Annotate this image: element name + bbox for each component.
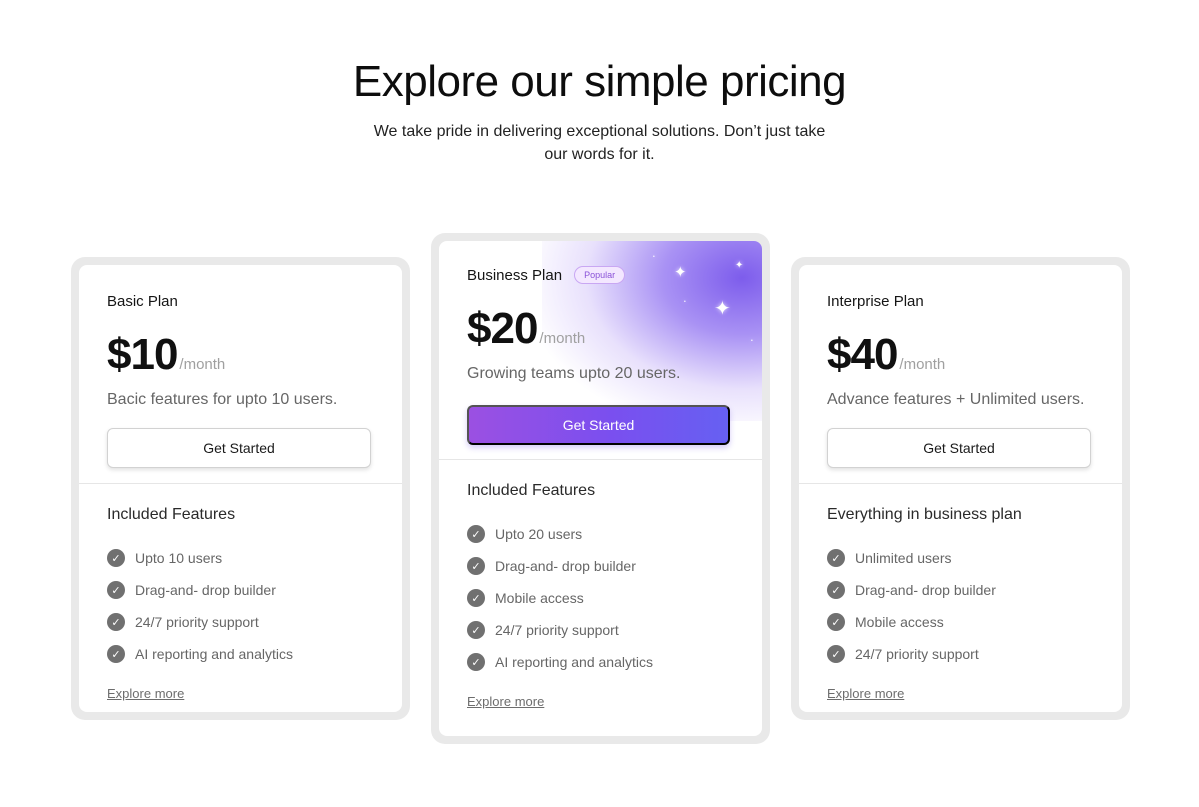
business-plan-card-frame: ✦ ✦ ✦ • • • Business Plan Popular $20 /m… xyxy=(431,233,770,744)
feature-label: Mobile access xyxy=(855,614,944,630)
feature-label: 24/7 priority support xyxy=(135,614,259,630)
page-title: Explore our simple pricing xyxy=(352,57,847,106)
plan-name: Interprise Plan xyxy=(827,292,924,310)
plan-name: Business Plan xyxy=(467,266,563,284)
feature-item: ✓ Upto 10 users xyxy=(107,542,374,574)
plan-name: Basic Plan xyxy=(107,292,178,310)
feature-item: ✓ 24/7 priority support xyxy=(107,606,374,638)
get-started-button[interactable]: Get Started xyxy=(467,405,730,445)
feature-list: ✓ Unlimited users ✓ Drag-and- drop builder… xyxy=(827,542,1094,670)
interprise-plan-card-frame: Interprise Plan $40 /month Advance featu… xyxy=(791,257,1130,720)
plan-price: $10 xyxy=(107,330,178,379)
features-title: Included Features xyxy=(467,482,596,499)
business-plan-header: Business Plan Popular $20 /month Growing… xyxy=(439,241,762,460)
basic-plan-card: Basic Plan $10 /month Bacic features for… xyxy=(79,265,402,712)
check-badge-icon: ✓ xyxy=(107,549,125,567)
plan-description: Bacic features for upto 10 users. xyxy=(107,391,338,408)
check-badge-icon: ✓ xyxy=(467,525,485,543)
features-section: Included Features ✓ Upto 20 users ✓ Drag-a… xyxy=(439,460,762,711)
interprise-plan-header: Interprise Plan $40 /month Advance featu… xyxy=(799,265,1122,484)
explore-more-link[interactable]: Explore more xyxy=(107,686,184,701)
features-section: Everything in business plan ✓ Unlimited u… xyxy=(799,484,1122,703)
feature-label: Drag-and- drop builder xyxy=(855,582,996,598)
feature-item: ✓ AI reporting and analytics xyxy=(107,638,374,670)
plan-name-row: Interprise Plan xyxy=(827,291,1094,311)
check-badge-icon: ✓ xyxy=(827,581,845,599)
feature-item: ✓ Unlimited users xyxy=(827,542,1094,574)
feature-item: ✓ Drag-and- drop builder xyxy=(107,574,374,606)
feature-label: AI reporting and analytics xyxy=(495,654,653,670)
feature-label: Upto 10 users xyxy=(135,550,223,566)
check-badge-icon: ✓ xyxy=(107,581,125,599)
price-period: /month xyxy=(179,356,226,373)
plan-price: $40 xyxy=(827,330,898,379)
feature-label: Drag-and- drop builder xyxy=(135,582,276,598)
feature-item: ✓ Drag-and- drop builder xyxy=(827,574,1094,606)
features-title: Everything in business plan xyxy=(827,506,1022,523)
feature-label: Upto 20 users xyxy=(495,526,583,542)
check-badge-icon: ✓ xyxy=(467,589,485,607)
features-section: Included Features ✓ Upto 10 users ✓ Drag-a… xyxy=(79,484,402,703)
plan-description: Growing teams upto 20 users. xyxy=(467,365,681,382)
check-badge-icon: ✓ xyxy=(827,645,845,663)
plan-price: $20 xyxy=(467,304,538,353)
basic-plan-header: Basic Plan $10 /month Bacic features for… xyxy=(79,265,402,484)
check-badge-icon: ✓ xyxy=(827,549,845,567)
popular-badge: Popular xyxy=(574,266,626,284)
hero-section: Explore our simple pricing We take pride… xyxy=(0,56,1199,166)
feature-item: ✓ AI reporting and analytics xyxy=(467,646,734,678)
check-badge-icon: ✓ xyxy=(107,645,125,663)
check-badge-icon: ✓ xyxy=(107,613,125,631)
feature-label: AI reporting and analytics xyxy=(135,646,293,662)
check-badge-icon: ✓ xyxy=(467,621,485,639)
check-badge-icon: ✓ xyxy=(827,613,845,631)
pricing-page: Explore our simple pricing We take pride… xyxy=(0,0,1199,807)
plan-name-row: Basic Plan xyxy=(107,291,374,311)
feature-item: ✓ Upto 20 users xyxy=(467,518,734,550)
price-period: /month xyxy=(539,330,586,347)
basic-plan-card-frame: Basic Plan $10 /month Bacic features for… xyxy=(71,257,410,720)
feature-item: ✓ Mobile access xyxy=(467,582,734,614)
plan-description: Advance features + Unlimited users. xyxy=(827,391,1085,408)
check-badge-icon: ✓ xyxy=(467,653,485,671)
business-plan-card: ✦ ✦ ✦ • • • Business Plan Popular $20 /m… xyxy=(439,241,762,736)
feature-label: 24/7 priority support xyxy=(855,646,979,662)
page-subtitle: We take pride in delivering exceptional … xyxy=(373,123,826,163)
feature-list: ✓ Upto 10 users ✓ Drag-and- drop builder ✓… xyxy=(107,542,374,670)
get-started-button[interactable]: Get Started xyxy=(107,428,371,468)
feature-label: Mobile access xyxy=(495,590,584,606)
get-started-button[interactable]: Get Started xyxy=(827,428,1091,468)
plan-name-row: Business Plan Popular xyxy=(467,265,734,285)
explore-more-link[interactable]: Explore more xyxy=(827,686,904,701)
feature-item: ✓ 24/7 priority support xyxy=(827,638,1094,670)
feature-item: ✓ Mobile access xyxy=(827,606,1094,638)
price-row: $20 /month xyxy=(467,307,734,353)
feature-item: ✓ Drag-and- drop builder xyxy=(467,550,734,582)
price-period: /month xyxy=(899,356,946,373)
feature-list: ✓ Upto 20 users ✓ Drag-and- drop builder ✓… xyxy=(467,518,734,678)
features-title: Included Features xyxy=(107,506,236,523)
feature-label: 24/7 priority support xyxy=(495,622,619,638)
price-row: $40 /month xyxy=(827,333,1094,379)
feature-item: ✓ 24/7 priority support xyxy=(467,614,734,646)
price-row: $10 /month xyxy=(107,333,374,379)
explore-more-link[interactable]: Explore more xyxy=(467,694,544,709)
interprise-plan-card: Interprise Plan $40 /month Advance featu… xyxy=(799,265,1122,712)
feature-label: Unlimited users xyxy=(855,550,952,566)
check-badge-icon: ✓ xyxy=(467,557,485,575)
feature-label: Drag-and- drop builder xyxy=(495,558,636,574)
